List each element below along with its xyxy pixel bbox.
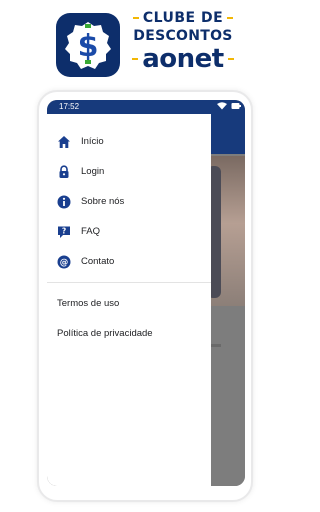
menu-label: Login	[81, 166, 105, 177]
help-icon: ?	[58, 226, 70, 238]
battery-icon	[231, 103, 241, 109]
menu-item-sobre-nos[interactable]: Sobre nós	[47, 190, 211, 214]
menu-label: FAQ	[81, 226, 101, 237]
menu-label: Início	[81, 136, 104, 147]
menu-item-inicio[interactable]: Início	[47, 130, 211, 154]
lock-icon	[59, 165, 69, 178]
svg-text:@: @	[60, 258, 69, 268]
navigation-drawer: Início Login Sobre nós ? FAQ @ Contato T…	[47, 114, 211, 486]
menu-item-faq[interactable]: ? FAQ	[47, 220, 211, 244]
status-bar: 17:52	[47, 100, 245, 114]
decorative-dash	[227, 17, 234, 19]
discount-badge-logo: $	[56, 13, 120, 77]
at-icon: @	[57, 255, 71, 269]
link-termos-de-uso[interactable]: Termos de uso	[57, 298, 119, 310]
menu-item-contato[interactable]: @ Contato	[47, 250, 211, 274]
svg-text:?: ?	[62, 227, 66, 236]
menu-label: Contato	[81, 256, 115, 267]
brand-line-1: CLUBE DE	[142, 10, 224, 26]
menu-item-login[interactable]: Login	[47, 160, 211, 184]
brand-line-2: DESCONTOS	[133, 28, 233, 44]
link-politica-de-privacidade[interactable]: Política de privacidade	[57, 328, 153, 340]
phone-mockup: 17:52 Início Login Sobre nós ? FAQ @ Con…	[37, 90, 253, 502]
decorative-dash	[132, 58, 139, 60]
brand-title-top: CLUBE DE	[128, 10, 238, 26]
status-icons	[217, 102, 241, 110]
brand-title-bottom: aonet	[128, 44, 238, 74]
phone-screen: 17:52 Início Login Sobre nós ? FAQ @ Con…	[47, 100, 245, 486]
wifi-icon	[217, 102, 227, 110]
menu-divider	[47, 282, 211, 283]
info-icon	[57, 195, 71, 209]
decorative-dash	[227, 58, 234, 60]
store-screenshot: $ CLUBE DE DESCONTOS aonet 17:52 Início …	[0, 0, 288, 512]
decorative-dash	[132, 17, 139, 19]
badge-dollar-symbol: $	[78, 29, 99, 64]
status-time: 17:52	[59, 102, 80, 111]
brand-line-3: aonet	[142, 44, 224, 74]
menu-label: Sobre nós	[81, 196, 125, 207]
home-icon	[58, 136, 70, 148]
